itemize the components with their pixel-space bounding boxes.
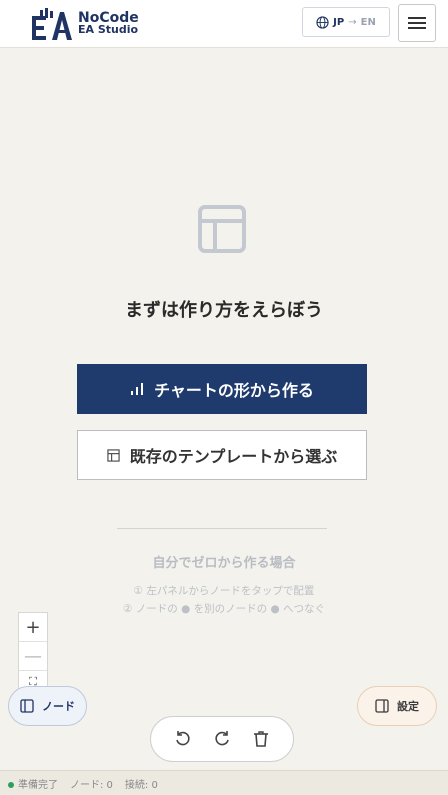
hint-step-1: ① 左パネルからノードをタップで配置 [133,585,315,597]
redo-icon [215,731,229,746]
language-toggle[interactable]: JP → EN [302,7,390,37]
sidebar-left-icon [20,699,34,713]
logo[interactable]: NoCode EA Studio [30,5,139,43]
undo-button[interactable] [169,725,197,753]
status-ready: 準備完了 [8,776,58,791]
status-node-count: ノード: 0 [70,779,113,791]
undo-icon [175,731,190,746]
hamburger-icon [408,17,426,29]
template-icon [107,448,120,462]
empty-state-title: まずは作り方をえらぼう [125,300,323,321]
lang-arrow: → [348,16,357,28]
settings-panel-label: 設定 [397,700,419,713]
choose-template-button[interactable]: 既存のテンプレートから選ぶ [77,430,367,480]
hint-step-2: ② ノードの ● を別のノードの ● へつなぐ [123,603,325,615]
layout-template-icon [198,205,246,253]
status-bar: 準備完了 ノード: 0 接続: 0 [0,770,448,795]
redo-button[interactable] [208,725,236,753]
lang-from: JP [333,16,345,28]
delete-button[interactable] [247,725,275,753]
status-ready-text: 準備完了 [18,779,58,791]
app-header: NoCode EA Studio JP → EN [0,0,448,48]
create-from-chart-label: チャートの形から作る [154,381,314,400]
create-from-chart-button[interactable]: チャートの形から作る [77,364,367,414]
status-connection-count: 接続: 0 [124,779,158,791]
lang-to: EN [360,16,376,28]
bar-chart-icon [131,383,144,395]
node-panel-toggle[interactable]: ノード [8,686,87,726]
edit-toolbar [150,716,294,762]
logo-text: NoCode EA Studio [78,11,139,36]
settings-panel-toggle[interactable]: 設定 [357,686,437,726]
logo-line-2: EA Studio [78,23,139,36]
node-panel-label: ノード [42,700,75,713]
menu-button[interactable] [398,4,436,42]
hint-title: 自分でゼロから作る場合 [152,556,296,571]
globe-icon [316,15,329,29]
zoom-controls: + — ⛶ [18,612,48,696]
status-dot-icon [8,781,14,788]
logo-mark-icon [32,8,72,40]
zoom-in-button[interactable]: + [19,613,47,642]
divider [117,528,327,529]
zoom-out-button[interactable]: — [19,642,47,671]
trash-icon [254,731,269,747]
choose-template-label: 既存のテンプレートから選ぶ [129,447,338,466]
sidebar-right-icon [375,699,389,713]
